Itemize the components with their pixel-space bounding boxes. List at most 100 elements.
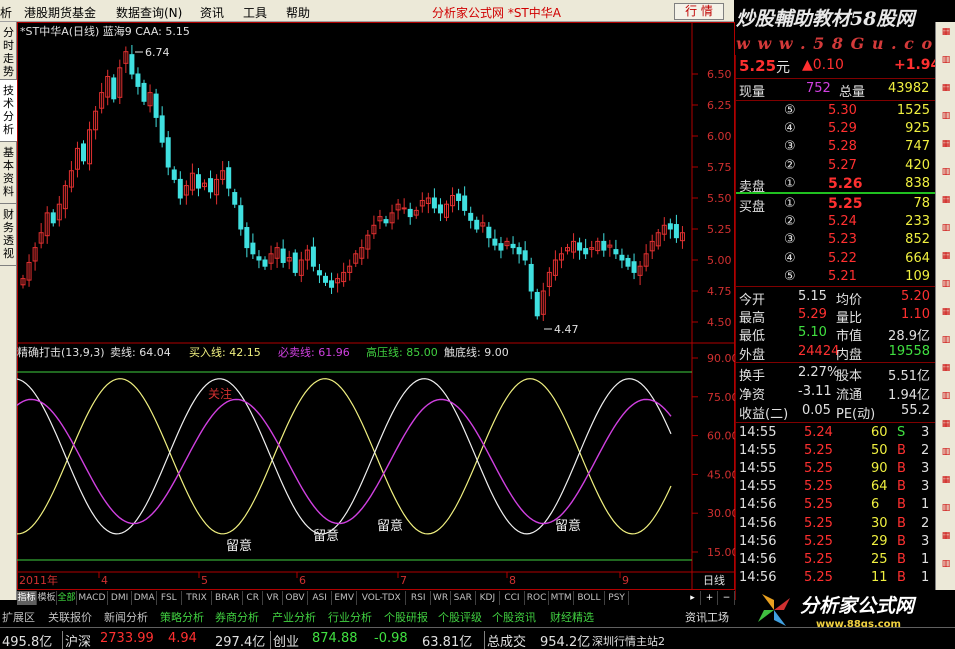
section-tab-6[interactable]: 行业分析 — [328, 609, 372, 625]
indicator-tab-roc[interactable]: ROC — [525, 591, 550, 605]
section-tab-7[interactable]: 个股研报 — [384, 609, 428, 625]
indicator-tab-cr[interactable]: CR — [243, 591, 264, 605]
tick-time: 14:55 — [739, 443, 777, 459]
quote-button[interactable]: 行 情 — [674, 3, 724, 20]
indicator-tab-0[interactable]: 指标 — [17, 591, 37, 605]
section-tab-8[interactable]: 个股评级 — [438, 609, 482, 625]
toolbar-icon[interactable]: ▥ — [939, 334, 953, 346]
indicator-tab-macd[interactable]: MACD — [77, 591, 108, 605]
total-volume-label: 总量 — [839, 85, 866, 100]
indicator-tab-control[interactable]: − — [719, 591, 735, 605]
indicator-tab-brar[interactable]: BRAR — [212, 591, 244, 605]
toolbar-icon[interactable]: ▦ — [939, 138, 953, 150]
indicator-tab-voltdx[interactable]: VOL-TDX — [357, 591, 407, 605]
indicator-name[interactable]: 精确打击(13,9,3) — [17, 345, 105, 359]
tick-row: 14:55 5.24 60 S 3 — [736, 425, 936, 443]
menu-item-partial[interactable]: 析 — [0, 4, 12, 21]
section-tab-0[interactable]: 扩展区 — [2, 609, 35, 625]
section-tab-10[interactable]: 财经精选 — [550, 609, 594, 625]
indicator-tab-emv[interactable]: EMV — [332, 591, 357, 605]
menu-item-hk-futures[interactable]: 港股期货基金 — [24, 4, 96, 21]
indicator-tab-fsl[interactable]: FSL — [157, 591, 182, 605]
candle-body — [226, 167, 232, 189]
menu-item-news[interactable]: 资讯 — [200, 4, 224, 21]
toolbar-icon[interactable]: ▦ — [939, 418, 953, 430]
section-tab-9[interactable]: 个股资讯 — [492, 609, 536, 625]
toolbar-icon[interactable]: ▥ — [939, 502, 953, 514]
indicator-tab-kdj[interactable]: KDJ — [476, 591, 501, 605]
section-tab-4[interactable]: 券商分析 — [215, 609, 259, 625]
price-tick-label: 4.75 — [707, 285, 732, 298]
indicator-tab-obv[interactable]: OBV — [283, 591, 308, 605]
status-index-name[interactable]: 沪深 — [62, 631, 91, 649]
indicator-tick-label: 90.00 — [707, 352, 735, 365]
status-server[interactable]: 深圳行情主站2 — [592, 633, 665, 649]
toolbar-icon[interactable]: ▥ — [939, 222, 953, 234]
indicator-tab-vr[interactable]: VR — [263, 591, 284, 605]
section-tab-2[interactable]: 新闻分析 — [104, 609, 148, 625]
indicator-tab-control[interactable]: + — [702, 591, 718, 605]
toolbar-icon[interactable]: ▦ — [939, 82, 953, 94]
toolbar-icon[interactable]: ▦ — [939, 26, 953, 38]
toolbar-icon[interactable]: ▦ — [939, 530, 953, 542]
toolbar-icon[interactable]: ▦ — [939, 250, 953, 262]
status-gem-change: -0.98 — [374, 631, 408, 646]
toolbar-icon[interactable]: ▥ — [939, 446, 953, 458]
tick-row: 14:56 5.25 30 B 2 — [736, 516, 936, 534]
indicator-tab-psy[interactable]: PSY — [605, 591, 630, 605]
status-amount-3: 63.81亿 — [422, 635, 473, 649]
status-gem-name[interactable]: 创业 — [270, 631, 299, 649]
tick-price: 5.25 — [804, 479, 833, 495]
indicator-tab-dmi[interactable]: DMI — [108, 591, 133, 605]
indicator-tab-dma[interactable]: DMA — [132, 591, 157, 605]
tab-fundamentals[interactable]: 基本资料 — [0, 142, 17, 204]
indicator-tab-trix[interactable]: TRIX — [182, 591, 213, 605]
section-tab-3[interactable]: 策略分析 — [160, 609, 204, 625]
indicator-tab-1[interactable]: 模板 — [37, 591, 57, 605]
toolbar-icon[interactable]: ▦ — [939, 306, 953, 318]
tab-financials[interactable]: 财务透视 — [0, 204, 17, 266]
toolbar-icon[interactable]: ▦ — [939, 362, 953, 374]
indicator-tab-2[interactable]: 全部 — [57, 591, 77, 605]
period-label[interactable]: 日线 — [703, 573, 725, 587]
candle-body — [238, 205, 244, 230]
menu-item-tools[interactable]: 工具 — [243, 4, 267, 21]
indicator-tab-cci[interactable]: CCI — [500, 591, 525, 605]
indicator-tab-control[interactable]: ▸ — [685, 591, 701, 605]
menu-item-help[interactable]: 帮助 — [286, 4, 310, 21]
toolbar-icon[interactable]: ▥ — [939, 110, 953, 122]
toolbar-icon[interactable]: ▦ — [939, 474, 953, 486]
toolbar-icon[interactable]: ▥ — [939, 166, 953, 178]
chart-area[interactable]: 6.50 6.25 6.00 5.75 5.50 5.25 5.00 4.75 4.50 90.… — [17, 22, 735, 600]
chart-canvas[interactable]: 6.50 6.25 6.00 5.75 5.50 5.25 5.00 4.75 4.50 90.… — [17, 22, 735, 590]
toolbar-icon[interactable]: ▥ — [939, 390, 953, 402]
candle-body — [129, 54, 135, 75]
toolbar-icon[interactable]: ▦ — [939, 194, 953, 206]
indicator-tab-wr[interactable]: WR — [431, 591, 451, 605]
indicator-tab-bar: 指标 模板 全部 MACD DMI DMA FSL TRIX BRAR CR VR OBV ASI EMV… — [17, 590, 735, 606]
section-tab-5[interactable]: 产业分析 — [272, 609, 316, 625]
indicator-tab-boll[interactable]: BOLL — [574, 591, 605, 605]
indicator-tab-rsi[interactable]: RSI — [406, 591, 431, 605]
stat-label: 收益(二) — [739, 407, 789, 422]
indicator-tab-mtm[interactable]: MTM — [549, 591, 574, 605]
tab-intraday[interactable]: 分时走势 — [0, 22, 17, 80]
indicator-tab-asi[interactable]: ASI — [308, 591, 333, 605]
tab-technical[interactable]: 技术分析 — [0, 80, 17, 142]
toolbar-icon[interactable]: ▥ — [939, 54, 953, 66]
section-tab-info-workshop[interactable]: 资讯工场 — [685, 609, 729, 625]
tick-time: 14:56 — [739, 497, 777, 513]
indicator-tab-sar[interactable]: SAR — [451, 591, 476, 605]
section-tab-1[interactable]: 关联报价 — [48, 609, 92, 625]
menu-item-data-query[interactable]: 数据查询(N) — [116, 4, 182, 21]
bid-level-number: ④ — [784, 250, 796, 266]
toolbar-icon[interactable]: ▥ — [939, 558, 953, 570]
right-toolbar[interactable]: ▦ ▥ ▦ ▥ ▦ ▥ ▦ ▥ ▦ ▥ ▦ ▥ ▦ ▥ ▦ ▥ ▦ ▥ ▦ ▥ — [935, 22, 955, 600]
total-volume: 43982 — [888, 81, 930, 96]
price-change-pct: +1.94 — [894, 57, 941, 73]
stat-label: 今开 — [739, 293, 766, 308]
stat-label: 内盘 — [836, 347, 863, 363]
buy-line-value: 买入线: 42.15 — [189, 345, 261, 359]
toolbar-icon[interactable]: ▥ — [939, 278, 953, 290]
window-title: 分析家公式网 *ST中华A — [432, 6, 561, 20]
